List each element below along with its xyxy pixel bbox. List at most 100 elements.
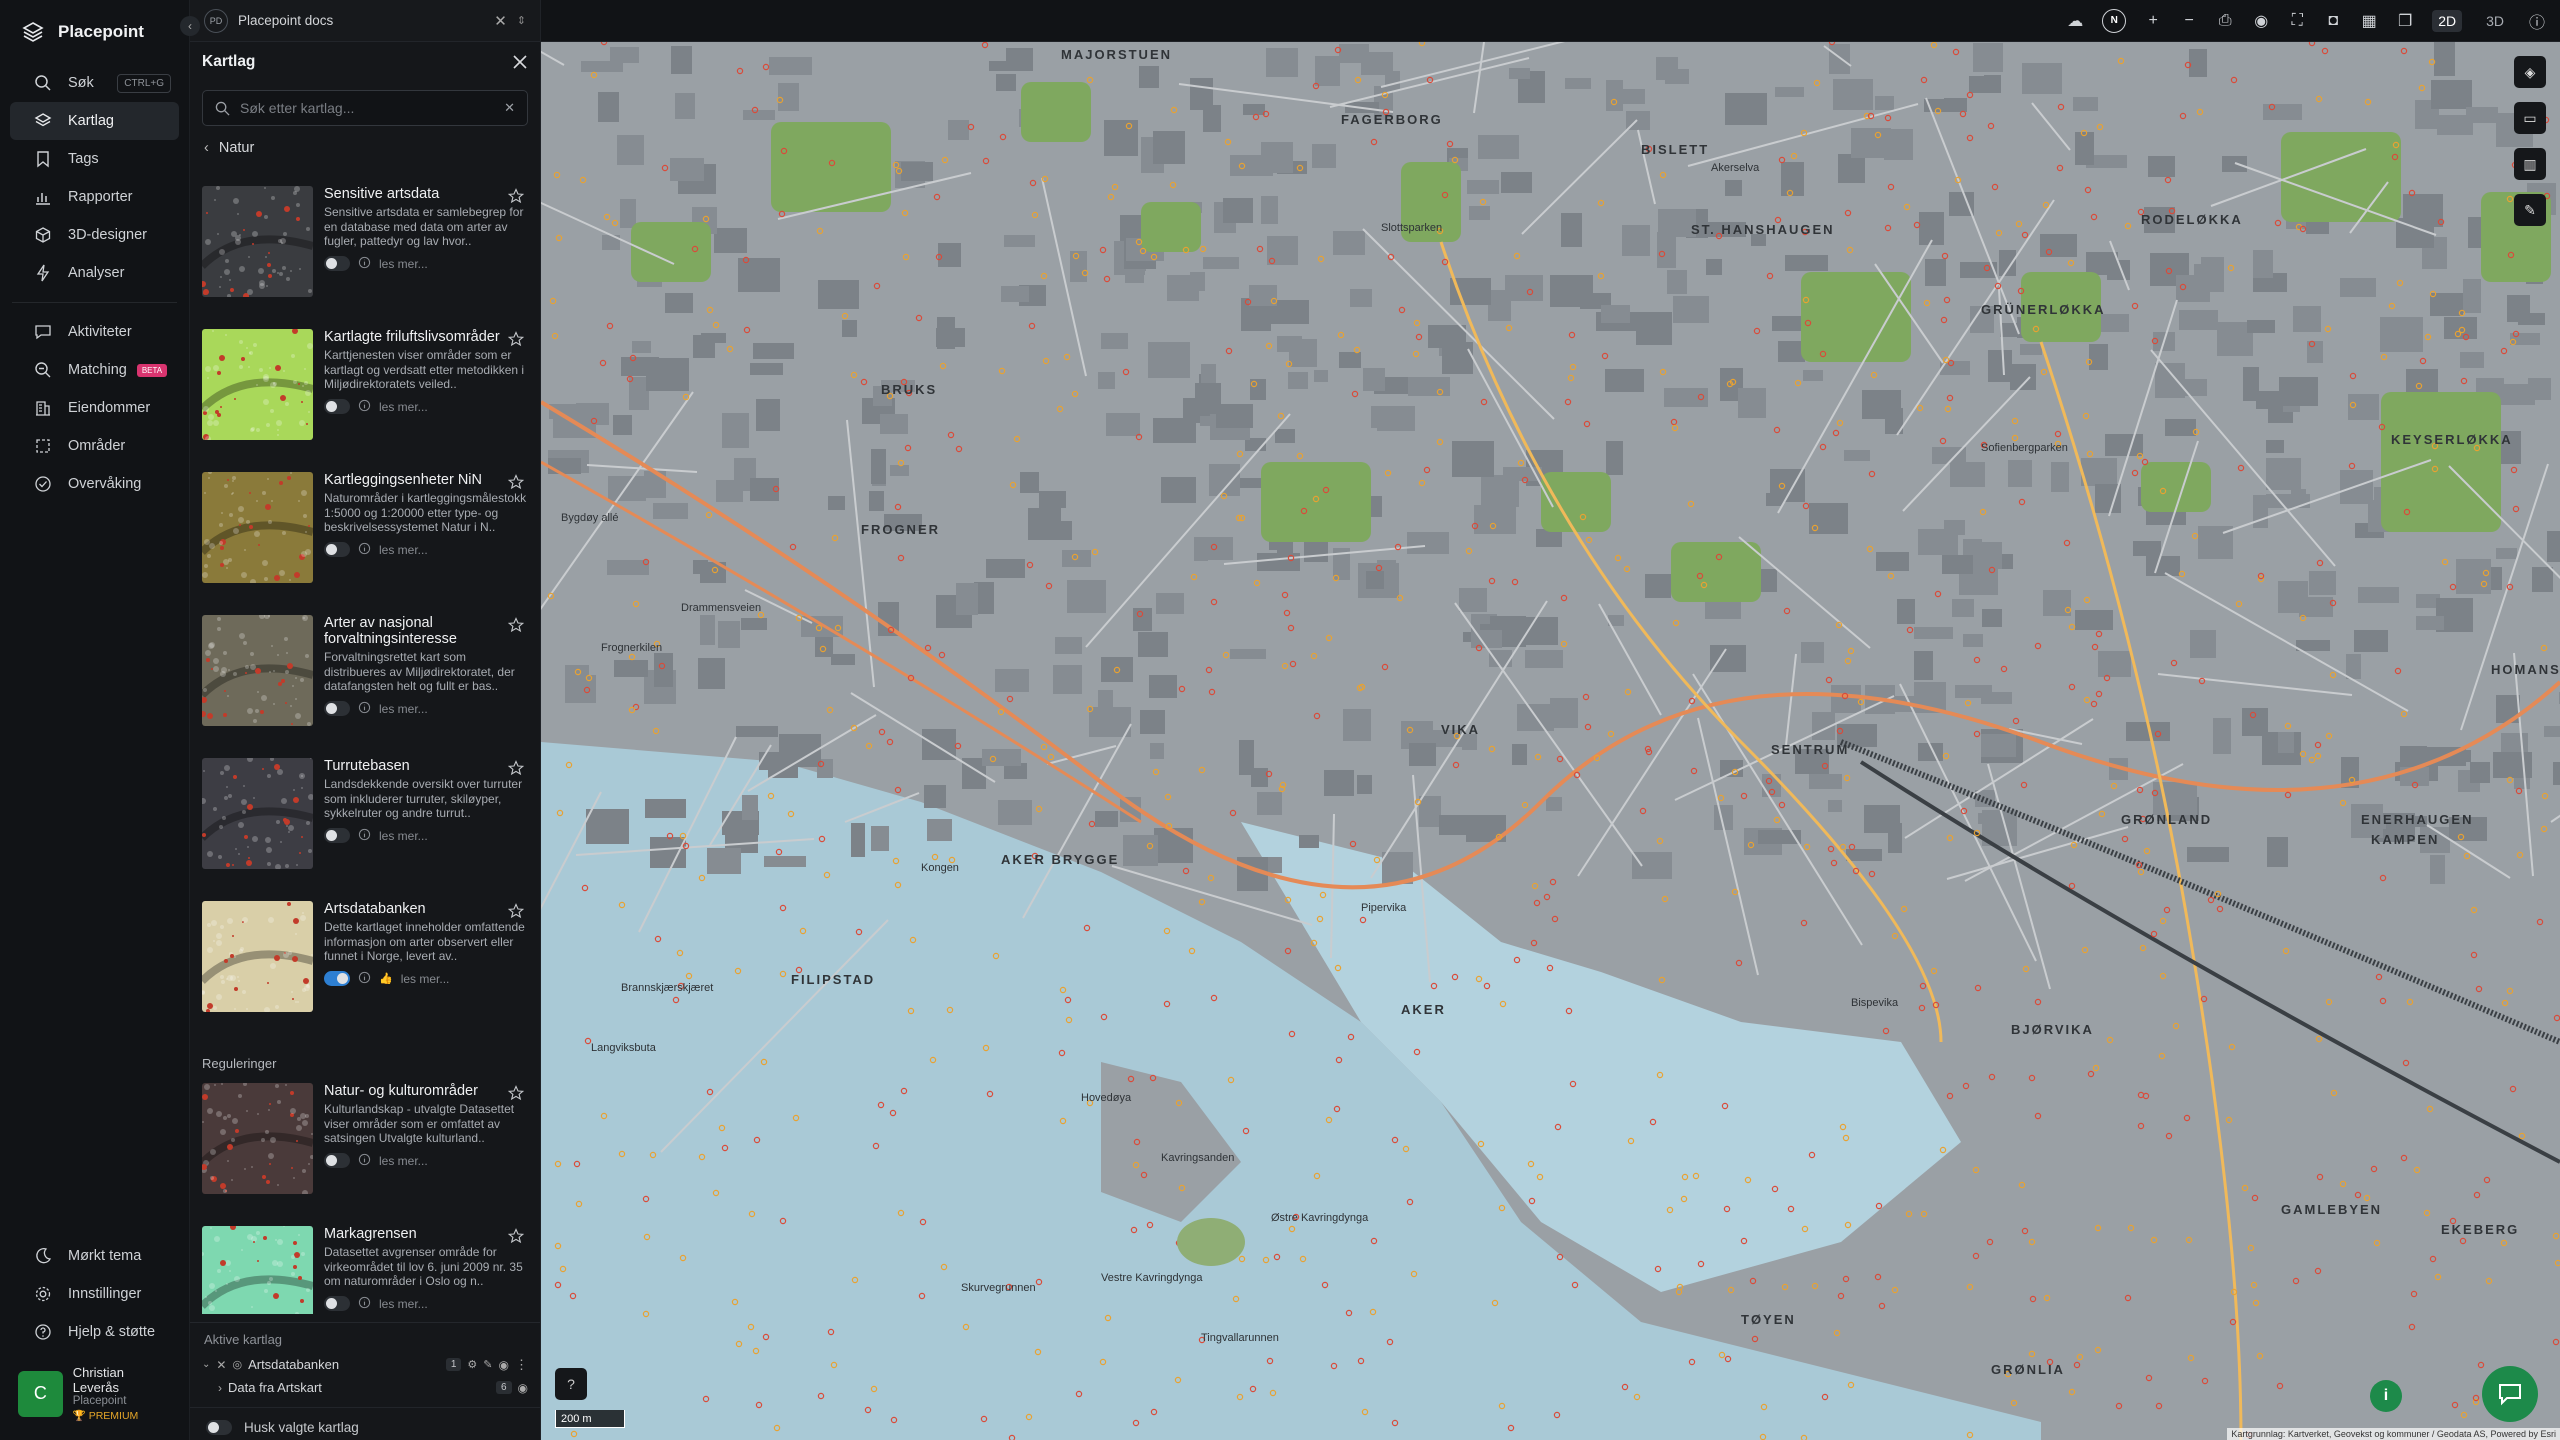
remember-toggle[interactable]: [206, 1420, 232, 1435]
tool-layers[interactable]: ◈: [2514, 56, 2546, 88]
nav-item-aktiviteter[interactable]: Aktiviteter: [10, 313, 179, 351]
eye-icon[interactable]: ◉: [2252, 12, 2270, 30]
layer-card[interactable]: Turrutebasen Landsdekkende oversikt over …: [190, 756, 540, 899]
read-more-link[interactable]: les mer...: [379, 257, 428, 271]
close-doc-icon[interactable]: ✕: [494, 12, 507, 30]
nav-item-matching[interactable]: Matching BETA: [10, 351, 179, 389]
fullscreen-icon[interactable]: ⛶: [2288, 12, 2306, 30]
layer-toggle[interactable]: [324, 542, 350, 557]
info-icon[interactable]: [358, 828, 371, 844]
info-icon[interactable]: [358, 701, 371, 717]
nav-item-settings[interactable]: Innstillinger: [10, 1275, 179, 1313]
favorite-star-icon[interactable]: [507, 331, 525, 347]
info-icon[interactable]: [358, 542, 371, 558]
more-icon[interactable]: ⋮: [515, 1357, 528, 1373]
print-icon[interactable]: ⎙: [2216, 12, 2234, 30]
settings-icon[interactable]: ⚙: [467, 1358, 477, 1371]
collapse-sidebar-button[interactable]: ‹: [180, 16, 200, 36]
map-canvas[interactable]: ◈ ▭ ▥ ✎ ? 200 m i Kartgrunnlag: Kartverk…: [541, 42, 2560, 1440]
back-to-category[interactable]: ‹ Natur: [190, 126, 540, 170]
read-more-link[interactable]: les mer...: [379, 400, 428, 414]
support-chat-button[interactable]: [2482, 1366, 2538, 1422]
info-icon[interactable]: [358, 256, 371, 272]
map-info-button[interactable]: i: [2370, 1380, 2402, 1412]
tool-measure[interactable]: ▭: [2514, 102, 2546, 134]
info-icon[interactable]: [358, 1153, 371, 1169]
layer-toggle[interactable]: [324, 1153, 350, 1168]
read-more-link[interactable]: les mer...: [401, 972, 450, 986]
tool-draw[interactable]: ✎: [2514, 194, 2546, 226]
chevron-down-icon[interactable]: ⌄: [202, 1359, 210, 1370]
search-input[interactable]: [240, 100, 495, 116]
chevron-updown-icon[interactable]: ⇕: [517, 14, 526, 27]
nav-item-tags[interactable]: Tags: [10, 140, 179, 178]
zoom-out-icon[interactable]: −: [2180, 12, 2198, 30]
layer-toggle[interactable]: [324, 701, 350, 716]
favorite-star-icon[interactable]: [507, 903, 525, 919]
nav-item-rapporter[interactable]: Rapporter: [10, 178, 179, 216]
plan-badge: 🏆 PREMIUM: [73, 1409, 171, 1422]
zoom-in-icon[interactable]: +: [2144, 12, 2162, 30]
remember-layers[interactable]: Husk valgte kartlag: [190, 1407, 540, 1440]
nav-item-eiendommer[interactable]: Eiendommer: [10, 389, 179, 427]
edit-icon[interactable]: ✎: [483, 1358, 492, 1371]
read-more-link[interactable]: les mer...: [379, 702, 428, 716]
mode-3d-button[interactable]: 3D: [2480, 10, 2510, 32]
active-sublayer-row[interactable]: › Data fra Artskart 6 ◉: [190, 1376, 540, 1399]
info-icon[interactable]: [358, 971, 371, 987]
favorite-star-icon[interactable]: [507, 188, 525, 204]
layer-card[interactable]: Markagrensen Datasettet avgrenser område …: [190, 1224, 540, 1314]
chevron-right-icon[interactable]: ›: [218, 1381, 222, 1395]
info-icon[interactable]: [358, 1296, 371, 1312]
layer-card[interactable]: Kartlagte friluftslivsområder Karttjenest…: [190, 327, 540, 470]
map-help-button[interactable]: ?: [555, 1368, 587, 1400]
remove-layer-icon[interactable]: ✕: [216, 1358, 226, 1372]
read-more-link[interactable]: les mer...: [379, 1297, 428, 1311]
active-layer-row[interactable]: ⌄ ✕ ◎ Artsdatabanken 1 ⚙ ✎ ◉ ⋮: [190, 1353, 540, 1376]
layer-toggle[interactable]: [324, 1296, 350, 1311]
layer-card[interactable]: Arter av nasjonal forvaltningsinteresse F…: [190, 613, 540, 756]
tool-chart[interactable]: ▥: [2514, 148, 2546, 180]
layer-card[interactable]: Sensitive artsdata Sensitive artsdata er …: [190, 184, 540, 327]
layer-toggle[interactable]: [324, 256, 350, 271]
read-more-link[interactable]: les mer...: [379, 829, 428, 843]
visibility-icon[interactable]: ◉: [499, 1358, 509, 1372]
like-icon[interactable]: 👍: [379, 972, 393, 985]
nav-item-overvaking[interactable]: Overvåking: [10, 465, 179, 503]
layer-toggle[interactable]: [324, 971, 350, 986]
favorite-star-icon[interactable]: [507, 760, 525, 776]
read-more-link[interactable]: les mer...: [379, 1154, 428, 1168]
cloud-icon[interactable]: ☁: [2066, 12, 2084, 30]
bookmark-icon[interactable]: ❐: [2396, 12, 2414, 30]
visibility-icon[interactable]: ◉: [518, 1381, 528, 1395]
favorite-star-icon[interactable]: [507, 1228, 525, 1244]
grid-icon[interactable]: ▦: [2360, 12, 2378, 30]
nav-item-help[interactable]: Hjelp & støtte: [10, 1313, 179, 1351]
brand[interactable]: Placepoint: [0, 0, 189, 64]
favorite-star-icon[interactable]: [507, 617, 525, 633]
info-icon[interactable]: [358, 399, 371, 415]
favorite-star-icon[interactable]: [507, 1085, 525, 1101]
document-tab[interactable]: PD Placepoint docs ✕ ⇕: [190, 0, 540, 42]
camera-icon[interactable]: ◘: [2324, 12, 2342, 30]
layer-toggle[interactable]: [324, 399, 350, 414]
layer-card[interactable]: Kartleggingsenheter NiN Naturområder i ka…: [190, 470, 540, 613]
nav-item-analyser[interactable]: Analyser: [10, 254, 179, 292]
nav-item-dark-theme[interactable]: Mørkt tema: [10, 1237, 179, 1275]
layer-toggle[interactable]: [324, 828, 350, 843]
nav-item-omrader[interactable]: Områder: [10, 427, 179, 465]
clear-search-icon[interactable]: ✕: [504, 100, 515, 116]
nav-item-3d-designer[interactable]: 3D-designer: [10, 216, 179, 254]
compass-button[interactable]: N: [2102, 8, 2127, 33]
nav-item-sok[interactable]: Søk CTRL+G: [10, 64, 179, 102]
close-icon[interactable]: [512, 54, 528, 70]
info-icon[interactable]: ⓘ: [2528, 12, 2546, 32]
mode-2d-button[interactable]: 2D: [2432, 9, 2463, 32]
layer-card[interactable]: Artsdatabanken Dette kartlaget inneholder…: [190, 899, 540, 1042]
user-profile[interactable]: C Christian Leverås Placepoint 🏆 PREMIUM: [0, 1351, 189, 1440]
nav-item-kartlag[interactable]: Kartlag: [10, 102, 179, 140]
place-label: Sofienbergparken: [1981, 442, 2068, 454]
read-more-link[interactable]: les mer...: [379, 543, 428, 557]
layer-card[interactable]: Natur- og kulturområder Kulturlandskap - …: [190, 1081, 540, 1224]
favorite-star-icon[interactable]: [507, 474, 525, 490]
